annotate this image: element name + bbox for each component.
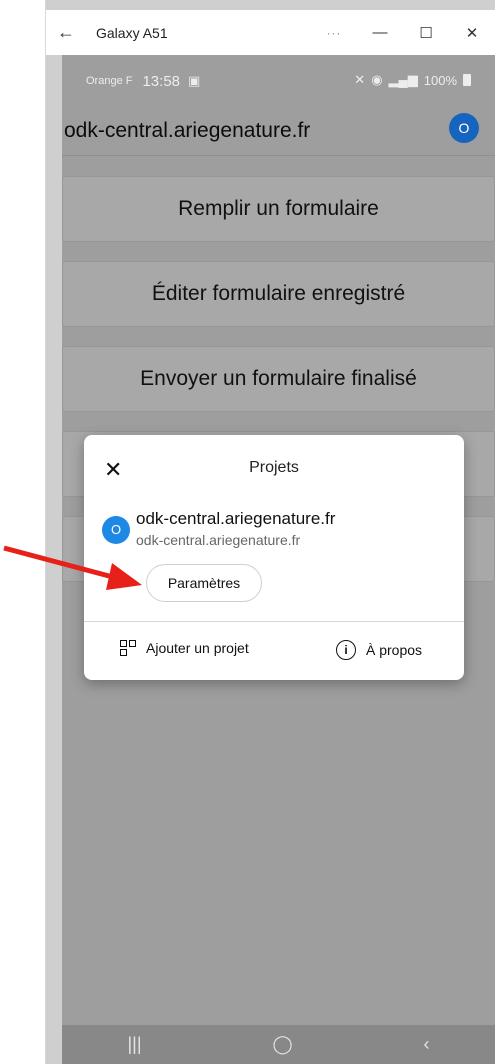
red-arrow-annotation — [3, 545, 142, 590]
arrow-head — [106, 563, 142, 590]
arrow-shaft — [3, 545, 125, 583]
